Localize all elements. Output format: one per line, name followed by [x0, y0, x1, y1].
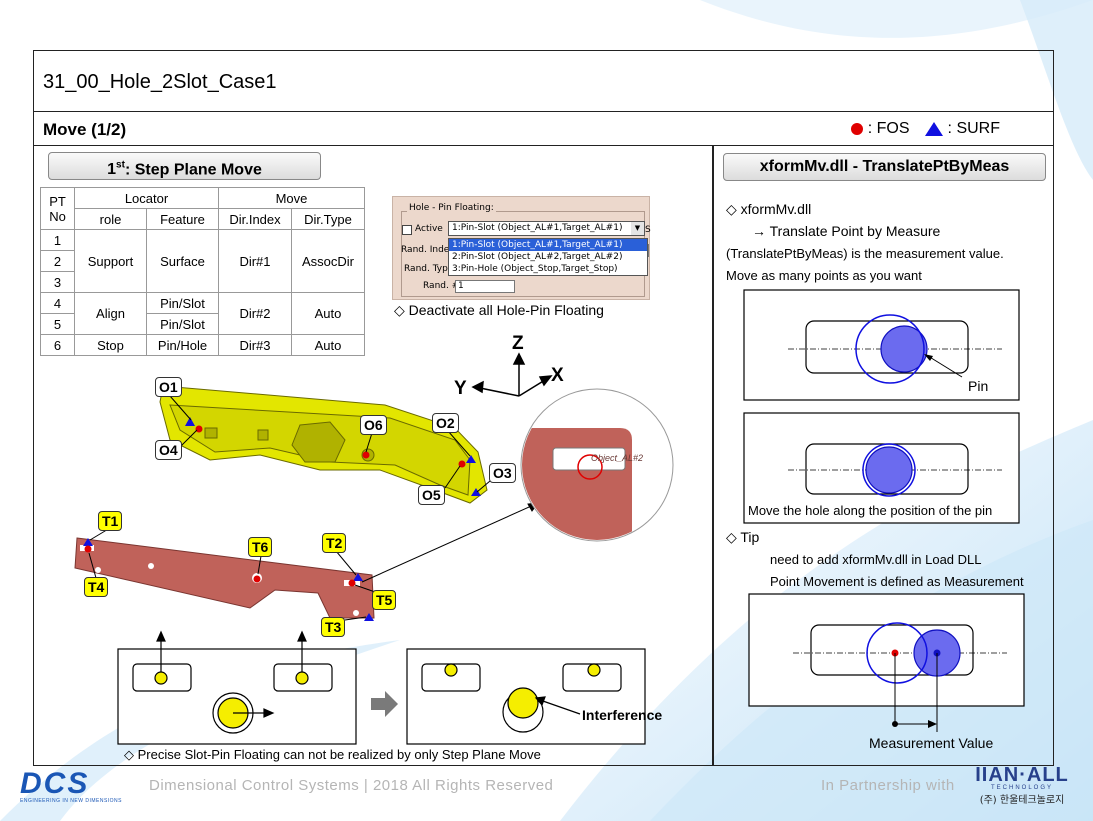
zoom-detail [520, 388, 674, 542]
slot-diagram-before [117, 630, 357, 745]
callout-o5: O5 [418, 485, 445, 505]
callout-t5: T5 [372, 590, 397, 610]
callout-o3: O3 [489, 463, 516, 483]
axis-x-label: X [551, 365, 564, 386]
xform-line-2: → Translate Point by Measure [752, 223, 941, 239]
xform-title-box: xformMv.dll - TranslatePtByMeas [723, 153, 1046, 181]
o4-fos-dot [195, 425, 203, 433]
tip-line-2: Point Movement is defined as Measurement [770, 574, 1024, 589]
tip-line-1: need to add xformMv.dll in Load DLL [770, 552, 982, 567]
axis-y-label: Y [454, 378, 467, 399]
xform-line-1: ◇ xformMv.dll [726, 201, 812, 217]
callout-o1: O1 [155, 377, 182, 397]
axis-triad [471, 352, 553, 397]
footer-copyright: Dimensional Control Systems | 2018 All R… [149, 777, 554, 794]
t5-fos-dot [348, 579, 356, 587]
dcs-logo: DCS ENGINEERING IN NEW DIMENSIONS [20, 767, 123, 805]
slot-diagram-after [406, 648, 646, 745]
legend: : FOS : SURF [850, 120, 1000, 138]
diagram-measurement [748, 593, 1025, 732]
tip-title: ◇ Tip [726, 529, 760, 545]
footer-partnership: In Partnership with [821, 777, 955, 794]
axis-z-label: Z [512, 333, 524, 354]
t6-fos-dot [253, 575, 261, 583]
interference-label: Interference [582, 707, 663, 723]
zoom-object-label: Object_AL#2 [591, 453, 644, 463]
callout-t3: T3 [321, 617, 346, 637]
callout-t6: T6 [248, 537, 273, 557]
partner-logo: IIAN·ALL TECHNOLOGY (주) 한울테크놀로지 [975, 764, 1069, 806]
o6-fos-dot [362, 451, 370, 459]
legend-fos-label: : FOS [867, 120, 910, 137]
callout-o6: O6 [360, 415, 387, 435]
fos-dot-icon [850, 123, 863, 135]
pin-label: Pin [968, 378, 989, 394]
t4-fos-dot [84, 545, 92, 553]
callout-o2: O2 [432, 413, 459, 433]
arrow-right-icon [371, 691, 398, 717]
callout-t4: T4 [84, 577, 109, 597]
callout-o4: O4 [155, 440, 182, 460]
assembly-illustration [74, 352, 674, 745]
callout-t1: T1 [98, 511, 123, 531]
move-hole-caption: Move the hole along the position of the … [748, 503, 993, 518]
surf-triangle-icon [924, 122, 943, 136]
xform-line-3: (TranslatePtByMeas) is the measurement v… [726, 246, 1004, 261]
legend-surf-label: : SURF [947, 120, 1000, 137]
bottom-note: ◇ Precise Slot-Pin Floating can not be r… [124, 747, 541, 762]
callout-t2: T2 [322, 533, 347, 553]
measurement-label: Measurement Value [869, 735, 994, 751]
